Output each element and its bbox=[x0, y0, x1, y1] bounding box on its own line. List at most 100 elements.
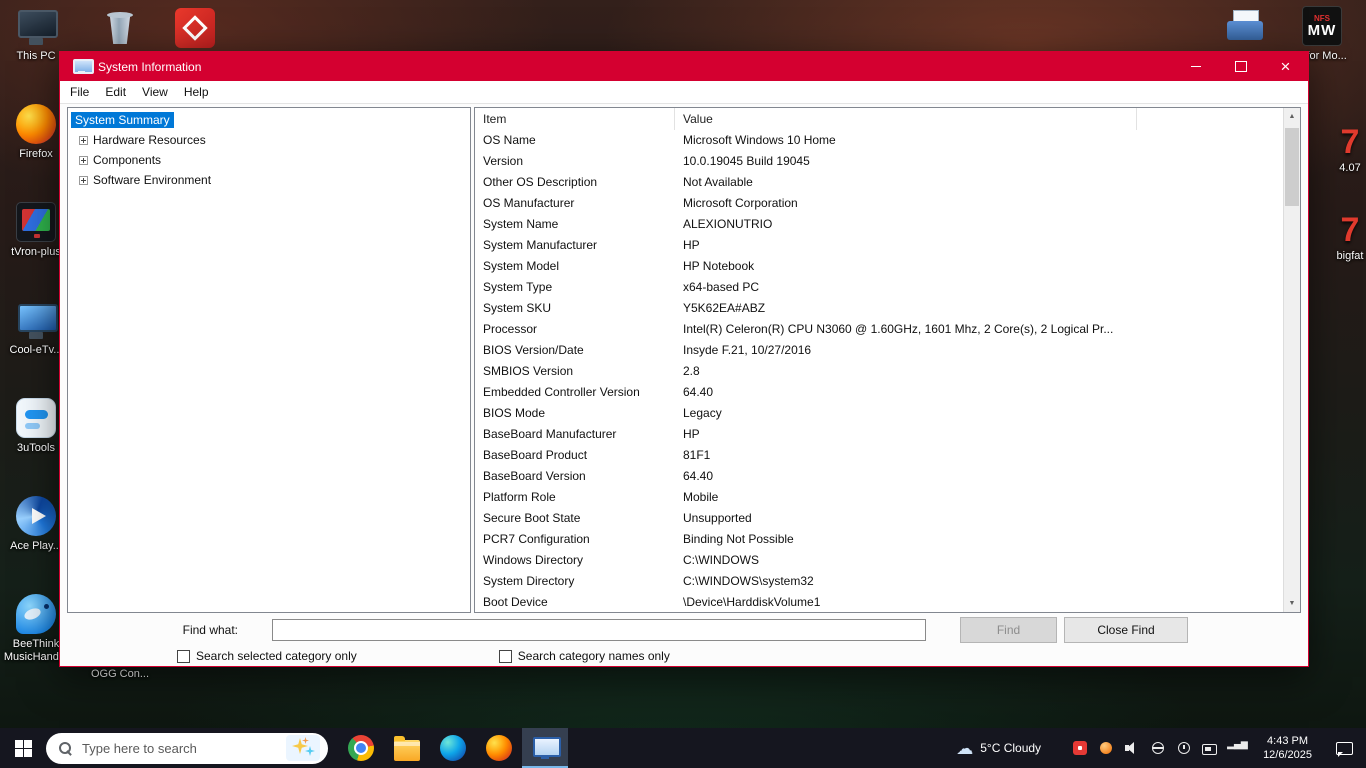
checkbox-icon[interactable] bbox=[177, 650, 190, 663]
table-row-other-os-description[interactable]: Other OS Description Not Available bbox=[475, 172, 1283, 193]
table-row-boot-device[interactable]: Boot Device \Device\HarddiskVolume1 bbox=[475, 592, 1283, 612]
table-row-processor[interactable]: Processor Intel(R) Celeron(R) CPU N3060 … bbox=[475, 319, 1283, 340]
table-row-system-manufacturer[interactable]: System Manufacturer HP bbox=[475, 235, 1283, 256]
close-button[interactable] bbox=[1263, 52, 1308, 81]
item-cell: BaseBoard Product bbox=[475, 445, 675, 466]
item-cell: OS Name bbox=[475, 130, 675, 151]
icon-firefox bbox=[16, 104, 56, 144]
value-cell: 81F1 bbox=[675, 445, 1283, 466]
menu-item-file[interactable]: File bbox=[62, 85, 97, 99]
tray-icons bbox=[1067, 739, 1249, 757]
menu-item-help[interactable]: Help bbox=[176, 85, 217, 99]
action-center-icon[interactable] bbox=[1334, 739, 1354, 757]
find-button[interactable]: Find bbox=[960, 617, 1057, 643]
search-highlights-icon[interactable] bbox=[286, 735, 320, 761]
table-row-system-sku[interactable]: System SKU Y5K62EA#ABZ bbox=[475, 298, 1283, 319]
search-icon bbox=[58, 741, 72, 755]
expand-plus-icon[interactable] bbox=[79, 136, 88, 145]
table-row-system-type[interactable]: System Type x64-based PC bbox=[475, 277, 1283, 298]
table-row-smbios-version[interactable]: SMBIOS Version 2.8 bbox=[475, 361, 1283, 382]
item-cell: BIOS Mode bbox=[475, 403, 675, 424]
table-row-system-directory[interactable]: System Directory C:\WINDOWS\system32 bbox=[475, 571, 1283, 592]
desktop-icon-ogg[interactable]: OGG Con... bbox=[84, 668, 156, 681]
value-cell: Legacy bbox=[675, 403, 1283, 424]
expand-plus-icon[interactable] bbox=[79, 156, 88, 165]
sparkle-star-icon bbox=[305, 746, 315, 756]
checkbox-icon[interactable] bbox=[499, 650, 512, 663]
system-tray: ☁ 5°C Cloudy bbox=[956, 734, 1366, 762]
tray-icon-battery[interactable] bbox=[1201, 739, 1219, 757]
scrollbar-thumb[interactable] bbox=[1285, 128, 1299, 206]
vertical-scrollbar[interactable]: ▲ ▼ bbox=[1283, 108, 1300, 612]
table-row-os-manufacturer[interactable]: OS Manufacturer Microsoft Corporation bbox=[475, 193, 1283, 214]
item-cell: System Directory bbox=[475, 571, 675, 592]
table-row-system-model[interactable]: System Model HP Notebook bbox=[475, 256, 1283, 277]
minimize-button[interactable] bbox=[1173, 52, 1218, 81]
checkbox-search-selected-category[interactable]: Search selected category only bbox=[177, 649, 357, 663]
item-cell: SMBIOS Version bbox=[475, 361, 675, 382]
tray-icon-volume[interactable] bbox=[1123, 739, 1141, 757]
tray-icon-orange-dot[interactable] bbox=[1097, 739, 1115, 757]
table-row-baseboard-product[interactable]: BaseBoard Product 81F1 bbox=[475, 445, 1283, 466]
table-row-windows-directory[interactable]: Windows Directory C:\WINDOWS bbox=[475, 550, 1283, 571]
table-row-bios-mode[interactable]: BIOS Mode Legacy bbox=[475, 403, 1283, 424]
column-header-item[interactable]: Item bbox=[475, 108, 675, 130]
tree-item-components[interactable]: Components bbox=[70, 150, 470, 170]
icon-this-pc bbox=[16, 6, 56, 46]
desktop-icon-seven-b[interactable]: 7 bigfat bbox=[1328, 210, 1366, 263]
menu-item-view[interactable]: View bbox=[134, 85, 176, 99]
table-row-secure-boot-state[interactable]: Secure Boot State Unsupported bbox=[475, 508, 1283, 529]
start-button[interactable] bbox=[0, 728, 46, 768]
item-cell: BaseBoard Manufacturer bbox=[475, 424, 675, 445]
taskbar-app-edge[interactable] bbox=[430, 728, 476, 768]
table-row-system-name[interactable]: System Name ALEXIONUTRIO bbox=[475, 214, 1283, 235]
value-cell: 64.40 bbox=[675, 466, 1283, 487]
item-cell: System SKU bbox=[475, 298, 675, 319]
table-row-platform-role[interactable]: Platform Role Mobile bbox=[475, 487, 1283, 508]
table-row-os-name[interactable]: OS Name Microsoft Windows 10 Home bbox=[475, 130, 1283, 151]
desktop-icon-red-tile[interactable] bbox=[159, 8, 231, 52]
table-row-baseboard-manufacturer[interactable]: BaseBoard Manufacturer HP bbox=[475, 424, 1283, 445]
taskbar-app-file-explorer[interactable] bbox=[384, 728, 430, 768]
tray-icon-red-record[interactable] bbox=[1071, 739, 1089, 757]
taskbar-app-system-information[interactable] bbox=[522, 728, 568, 768]
tray-icon-clock[interactable] bbox=[1175, 739, 1193, 757]
table-row-pcr7-configuration[interactable]: PCR7 Configuration Binding Not Possible bbox=[475, 529, 1283, 550]
value-cell: C:\WINDOWS\system32 bbox=[675, 571, 1283, 592]
clock-date: 12/6/2025 bbox=[1263, 748, 1312, 762]
table-row-bios-version-date[interactable]: BIOS Version/Date Insyde F.21, 10/27/201… bbox=[475, 340, 1283, 361]
tree-item-system-summary[interactable]: System Summary bbox=[70, 110, 470, 130]
desktop-icon-seven-a[interactable]: 7 4.07 bbox=[1330, 122, 1366, 175]
find-input[interactable] bbox=[272, 619, 926, 641]
taskbar-search[interactable]: Type here to search bbox=[46, 733, 328, 764]
taskbar-clock[interactable]: 4:43 PM 12/6/2025 bbox=[1263, 734, 1312, 762]
desktop-icon-recycle-bin[interactable] bbox=[84, 8, 156, 52]
table-row-version[interactable]: Version 10.0.19045 Build 19045 bbox=[475, 151, 1283, 172]
scroll-down-icon[interactable]: ▼ bbox=[1284, 595, 1300, 612]
desktop: This PC Firefox tVron-plus Cool-eTv... 3… bbox=[0, 0, 1366, 768]
tray-icon-wifi[interactable] bbox=[1227, 739, 1245, 757]
tray-icon-network[interactable] bbox=[1149, 739, 1167, 757]
scroll-up-icon[interactable]: ▲ bbox=[1284, 108, 1300, 125]
item-cell: BIOS Version/Date bbox=[475, 340, 675, 361]
weather-widget[interactable]: ☁ 5°C Cloudy bbox=[956, 740, 1041, 757]
taskbar-app-chrome[interactable] bbox=[338, 728, 384, 768]
checkbox-search-category-names[interactable]: Search category names only bbox=[499, 649, 670, 663]
checkbox-label: Search selected category only bbox=[196, 649, 357, 663]
desktop-icon-label: OGG Con... bbox=[91, 668, 149, 681]
menu-item-edit[interactable]: Edit bbox=[97, 85, 134, 99]
close-find-button[interactable]: Close Find bbox=[1064, 617, 1188, 643]
expand-plus-icon[interactable] bbox=[79, 176, 88, 185]
taskbar-app-firefox[interactable] bbox=[476, 728, 522, 768]
item-cell: Version bbox=[475, 151, 675, 172]
maximize-button[interactable] bbox=[1218, 52, 1263, 81]
table-row-embedded-controller-version[interactable]: Embedded Controller Version 64.40 bbox=[475, 382, 1283, 403]
tree-item-software-environment[interactable]: Software Environment bbox=[70, 170, 470, 190]
table-row-baseboard-version[interactable]: BaseBoard Version 64.40 bbox=[475, 466, 1283, 487]
tree-item-hardware-resources[interactable]: Hardware Resources bbox=[70, 130, 470, 150]
column-header-value[interactable]: Value bbox=[675, 108, 1137, 130]
item-cell: BaseBoard Version bbox=[475, 466, 675, 487]
title-bar[interactable]: System Information bbox=[60, 52, 1308, 81]
desktop-icon-printer[interactable] bbox=[1209, 8, 1281, 52]
selected-tree-item: System Summary bbox=[71, 112, 174, 128]
